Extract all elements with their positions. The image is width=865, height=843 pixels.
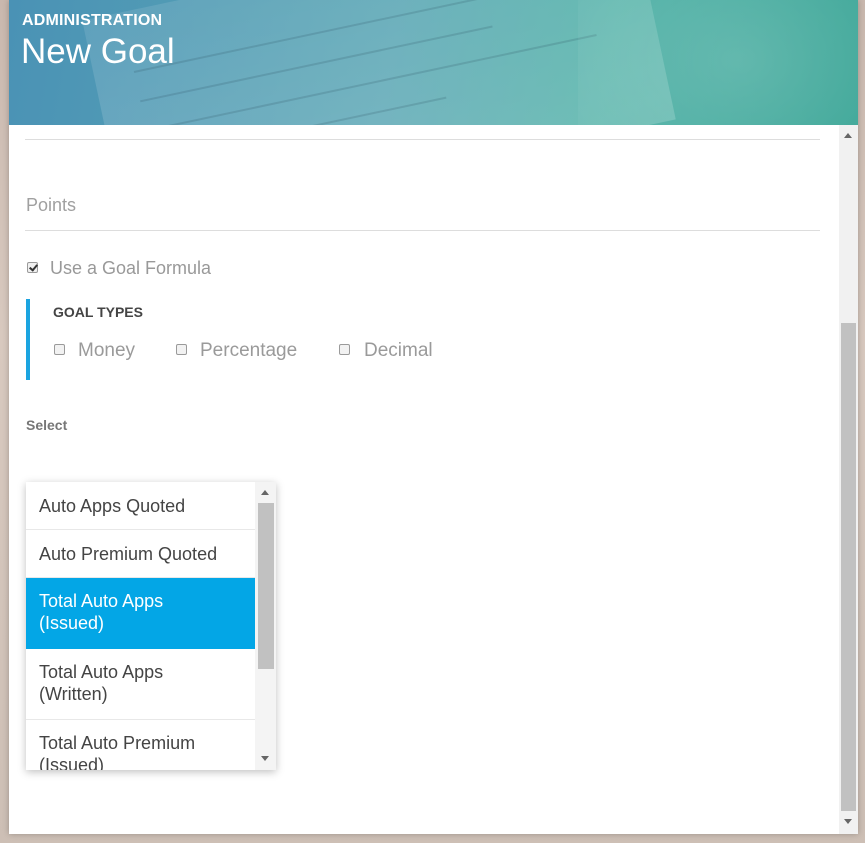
page-title: New Goal (21, 32, 175, 71)
option-label-line2: (Issued) (39, 613, 105, 633)
metric-select-list[interactable]: Auto Apps Quoted Auto Premium Quoted Tot… (26, 482, 276, 770)
option-label: Total Auto Premium (39, 733, 196, 753)
points-field[interactable]: Points (26, 195, 76, 216)
modal-header: ADMINISTRATION New Goal (9, 0, 858, 125)
option-label: Auto Apps Quoted (39, 496, 186, 516)
goal-types-title: GOAL TYPES (53, 304, 143, 320)
section-label: ADMINISTRATION (22, 12, 163, 29)
list-scrollbar-thumb[interactable] (258, 503, 274, 669)
list-item[interactable]: Total Auto Premium (Issued) (26, 720, 255, 770)
percentage-checkbox[interactable] (176, 344, 187, 355)
list-item[interactable]: Total Auto Apps (Written) (26, 649, 255, 720)
list-item[interactable]: Auto Apps Quoted (26, 482, 255, 530)
caret-down-icon[interactable] (261, 756, 269, 761)
caret-down-icon[interactable] (844, 819, 852, 824)
option-label: Auto Premium Quoted (39, 544, 218, 564)
use-goal-formula-label[interactable]: Use a Goal Formula (50, 258, 211, 279)
decimal-checkbox[interactable] (339, 344, 350, 355)
option-label-line2: (Written) (39, 684, 108, 704)
caret-up-icon[interactable] (261, 490, 269, 495)
list-item[interactable]: Auto Premium Quoted (26, 530, 255, 578)
goal-types-accent-bar (26, 299, 30, 380)
divider (25, 139, 820, 140)
option-label: Total Auto Apps (39, 591, 164, 611)
points-underline (25, 230, 820, 231)
list-scrollbar[interactable] (255, 482, 276, 770)
modal-scrollbar-thumb[interactable] (841, 323, 856, 811)
option-label: Total Auto Apps (39, 662, 164, 682)
form-content: Points Use a Goal Formula GOAL TYPES Mon… (9, 125, 839, 834)
money-checkbox[interactable] (54, 344, 65, 355)
option-label-line2: (Issued) (39, 755, 105, 770)
use-goal-formula-checkbox[interactable] (27, 262, 38, 273)
new-goal-modal: ADMINISTRATION New Goal Points Use a Goa… (9, 0, 858, 834)
decimal-label[interactable]: Decimal (364, 340, 433, 362)
select-label: Select (26, 417, 68, 433)
modal-scrollbar[interactable] (839, 125, 858, 834)
percentage-label[interactable]: Percentage (200, 340, 297, 362)
list-item-selected[interactable]: Total Auto Apps (Issued) (26, 578, 255, 649)
caret-up-icon[interactable] (844, 133, 852, 138)
money-label[interactable]: Money (78, 340, 135, 362)
